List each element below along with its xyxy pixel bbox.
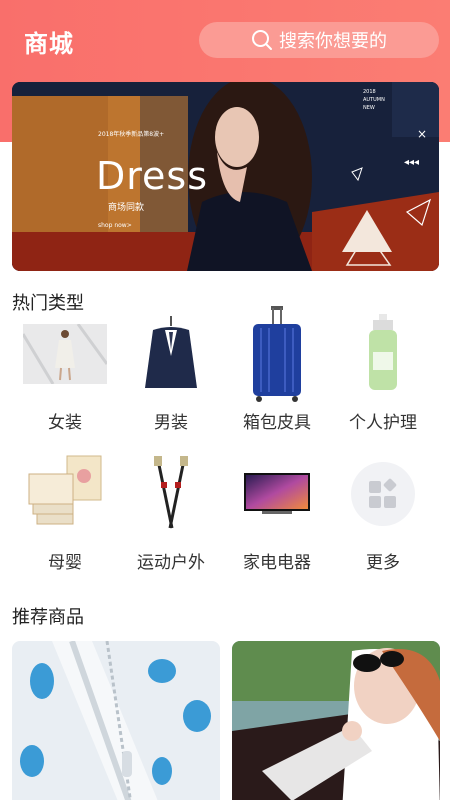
promo-banner[interactable]: ◂◂◂ × 2018年秋季新品第8波+ Dress 商场同款 shop now>…: [12, 82, 439, 271]
product-card[interactable]: [12, 641, 220, 800]
search-placeholder: 搜索你想要的: [279, 31, 387, 52]
banner-promo-line: 2018年秋季新品第8波+: [98, 131, 165, 138]
category-label: 母婴: [48, 553, 82, 573]
category-label: 女装: [48, 413, 82, 433]
svg-text:×: ×: [417, 127, 427, 141]
category-label: 个人护理: [349, 413, 417, 433]
banner-year: 2018: [363, 89, 376, 95]
category-label: 运动户外: [137, 553, 205, 573]
category-label: 更多: [366, 553, 400, 573]
product-image: [232, 641, 440, 800]
category-label: 箱包皮具: [243, 413, 311, 433]
category-womens[interactable]: 女装: [12, 312, 118, 433]
banner-headline: Dress: [96, 154, 209, 198]
search-icon: [252, 30, 272, 50]
tv-icon: [235, 452, 319, 536]
product-image: [12, 641, 220, 800]
banner-season-1: AUTUMN: [363, 97, 385, 103]
search-input[interactable]: 搜索你想要的: [199, 22, 439, 58]
womens-clothing-icon: [23, 312, 107, 396]
recommended-title: 推荐商品: [12, 607, 84, 628]
trekking-poles-icon: [129, 452, 213, 536]
luggage-icon: [235, 306, 319, 402]
baby-products-icon: [23, 452, 107, 536]
svg-text:◂◂◂: ◂◂◂: [404, 157, 419, 168]
more-grid-icon: [351, 462, 415, 526]
banner-sub-label: 商场同款: [108, 203, 145, 213]
category-personal-care[interactable]: 个人护理: [330, 312, 436, 433]
lotion-bottle-icon: [341, 312, 425, 396]
category-label: 家电电器: [243, 553, 311, 573]
category-appliances[interactable]: 家电电器: [224, 452, 330, 573]
category-mens[interactable]: 男装: [118, 312, 224, 433]
product-card[interactable]: [232, 641, 440, 800]
category-luggage[interactable]: 箱包皮具: [224, 306, 330, 433]
category-more[interactable]: 更多: [330, 452, 436, 573]
mens-suit-icon: [129, 312, 213, 396]
category-outdoor[interactable]: 运动户外: [118, 452, 224, 573]
banner-season-2: NEW: [363, 105, 375, 111]
page-title: 商城: [24, 30, 74, 58]
category-label: 男装: [154, 413, 188, 433]
banner-cta[interactable]: shop now>: [98, 222, 132, 229]
category-mother-baby[interactable]: 母婴: [12, 452, 118, 573]
